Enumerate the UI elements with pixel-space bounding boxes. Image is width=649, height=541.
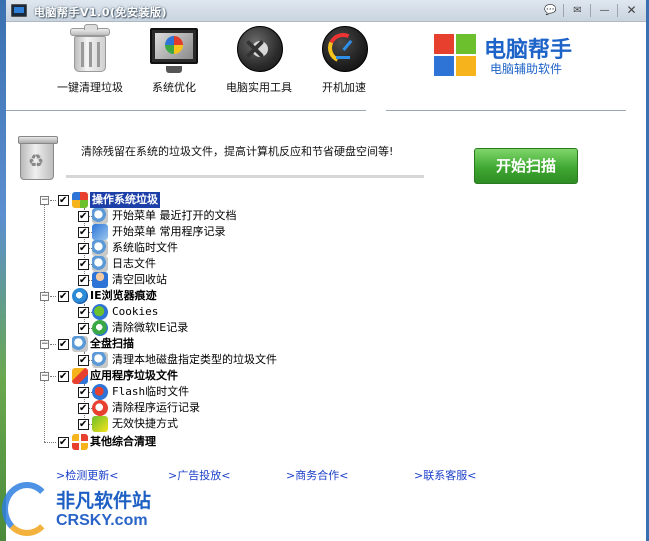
windows-logo-icon [434, 34, 478, 78]
checkbox[interactable] [58, 289, 69, 305]
tree-item-label: 系统临时文件 [112, 241, 178, 254]
checkbox[interactable] [78, 417, 89, 433]
tools-disc-icon [233, 24, 285, 74]
close-icon: ✕ [626, 3, 637, 17]
checkbox[interactable] [78, 305, 89, 321]
start-scan-button[interactable]: 开始扫描 [474, 148, 578, 184]
contact-support-link[interactable]: >联系客服< [414, 467, 476, 483]
tree-group-label: 操作系统垃圾 [90, 192, 160, 208]
minimize-icon: — [599, 5, 610, 16]
watermark-subtitle: CRSKY.com [56, 512, 148, 529]
monitor-icon [92, 224, 108, 240]
tree-item-label: Flash临时文件 [112, 385, 190, 398]
checkbox[interactable] [78, 385, 89, 401]
checkbox[interactable] [78, 241, 89, 257]
run-history-icon [92, 400, 108, 416]
tree-group-os-junk[interactable]: − 操作系统垃圾 [36, 192, 336, 209]
grid-tiles-icon [72, 434, 88, 450]
tree-item-label: 清空回收站 [112, 273, 167, 286]
clean-panel: 清除残留在系统的垃圾文件，提高计算机反应和节省硬盘空间等! 开始扫描 − 操作系… [6, 112, 646, 541]
collapse-toggle[interactable]: − [40, 340, 49, 349]
ie-history-icon [92, 320, 108, 336]
toolbar-label: 系统优化 [152, 81, 196, 94]
panel-description: 清除残留在系统的垃圾文件，提高计算机反应和节省硬盘空间等! [81, 145, 394, 158]
tree-group-label: 全盘扫描 [90, 337, 134, 350]
business-cooperation-link[interactable]: >商务合作< [286, 467, 348, 483]
tree-item-label: 清除程序运行记录 [112, 401, 200, 414]
magnifier-icon [92, 256, 108, 272]
toolbar-system-optimize[interactable]: 系统优化 [129, 24, 219, 96]
tree-item-label: 清除微软IE记录 [112, 321, 189, 334]
shortcut-icon [92, 416, 108, 432]
description-underline [66, 175, 424, 178]
tree-item-label: Cookies [112, 305, 159, 318]
toolbar-boot-speedup[interactable]: 开机加速 [299, 24, 389, 96]
checkbox[interactable] [58, 193, 69, 209]
checkbox[interactable] [78, 257, 89, 273]
toolbar-label: 开机加速 [322, 81, 366, 94]
checkbox[interactable] [58, 435, 69, 451]
magnifier-icon [72, 336, 88, 352]
magnifier-icon [92, 352, 108, 368]
titlebar-divider [563, 4, 564, 17]
ad-placement-link[interactable]: >广告投放< [168, 467, 230, 483]
app-logo: 电脑帮手 电脑辅助软件 [434, 30, 594, 80]
magnifier-icon [92, 240, 108, 256]
skin-icon[interactable]: ✉ [569, 3, 586, 18]
checkbox[interactable] [78, 209, 89, 225]
tree-group-label: IE浏览器痕迹 [90, 289, 157, 302]
collapse-toggle[interactable]: − [40, 196, 49, 205]
windows-logo-icon [72, 192, 88, 208]
toolbar-divider [386, 110, 626, 111]
checkbox[interactable] [58, 337, 69, 353]
trash-can-icon [64, 24, 116, 74]
app-window: 电脑帮手V1.0(免安装版) 💬 ✉ — ✕ 一键清理垃圾 系统优化 电脑实用工… [6, 0, 646, 541]
monitor-optimize-icon [148, 24, 200, 74]
window-title: 电脑帮手V1.0(免安装版) [34, 6, 168, 19]
toolbar-label: 一键清理垃圾 [57, 81, 123, 94]
minimize-button[interactable]: — [596, 3, 613, 18]
titlebar-divider [617, 4, 618, 17]
speed-gauge-icon [318, 24, 370, 74]
title-bar[interactable]: 电脑帮手V1.0(免安装版) 💬 ✉ — ✕ [6, 0, 646, 22]
recycle-bin-icon [18, 136, 58, 180]
tree-item-label: 清理本地磁盘指定类型的垃圾文件 [112, 353, 277, 366]
close-button[interactable]: ✕ [623, 3, 640, 18]
checkbox[interactable] [58, 369, 69, 385]
feedback-icon[interactable]: 💬 [542, 3, 559, 18]
globe-icon [92, 304, 108, 320]
checkbox[interactable] [78, 353, 89, 369]
main-toolbar: 一键清理垃圾 系统优化 电脑实用工具 开机加速 电脑帮手 电脑辅助软件 [6, 22, 646, 110]
magnifier-icon [92, 208, 108, 224]
toolbar-label: 电脑实用工具 [226, 81, 292, 94]
checkbox[interactable] [78, 273, 89, 289]
flash-icon [92, 384, 108, 400]
application-package-icon [72, 368, 88, 384]
tree-item-label: 日志文件 [112, 257, 156, 270]
titlebar-divider [590, 4, 591, 17]
toolbar-divider [6, 110, 366, 111]
watermark-swirl-icon [2, 482, 52, 536]
tree-group-label: 应用程序垃圾文件 [90, 369, 178, 382]
site-watermark: 非凡软件站 CRSKY.com [0, 478, 170, 541]
tree-item-label: 开始菜单 常用程序记录 [112, 225, 226, 238]
checkbox[interactable] [78, 321, 89, 337]
tree-item-label: 无效快捷方式 [112, 417, 178, 430]
toolbar-clean-junk[interactable]: 一键清理垃圾 [45, 24, 135, 96]
watermark-title: 非凡软件站 [56, 490, 152, 512]
logo-subtitle: 电脑辅助软件 [490, 62, 563, 76]
collapse-toggle[interactable]: − [40, 372, 49, 381]
checkbox[interactable] [78, 225, 89, 241]
toolbar-utility-tools[interactable]: 电脑实用工具 [214, 24, 304, 96]
app-monitor-icon [11, 4, 27, 17]
user-icon [92, 272, 108, 288]
tree-group-label: 其他综合清理 [90, 435, 156, 448]
tree-item-label: 开始菜单 最近打开的文档 [112, 209, 237, 222]
ie-browser-icon [72, 288, 88, 304]
checkbox[interactable] [78, 401, 89, 417]
collapse-toggle[interactable]: − [40, 292, 49, 301]
